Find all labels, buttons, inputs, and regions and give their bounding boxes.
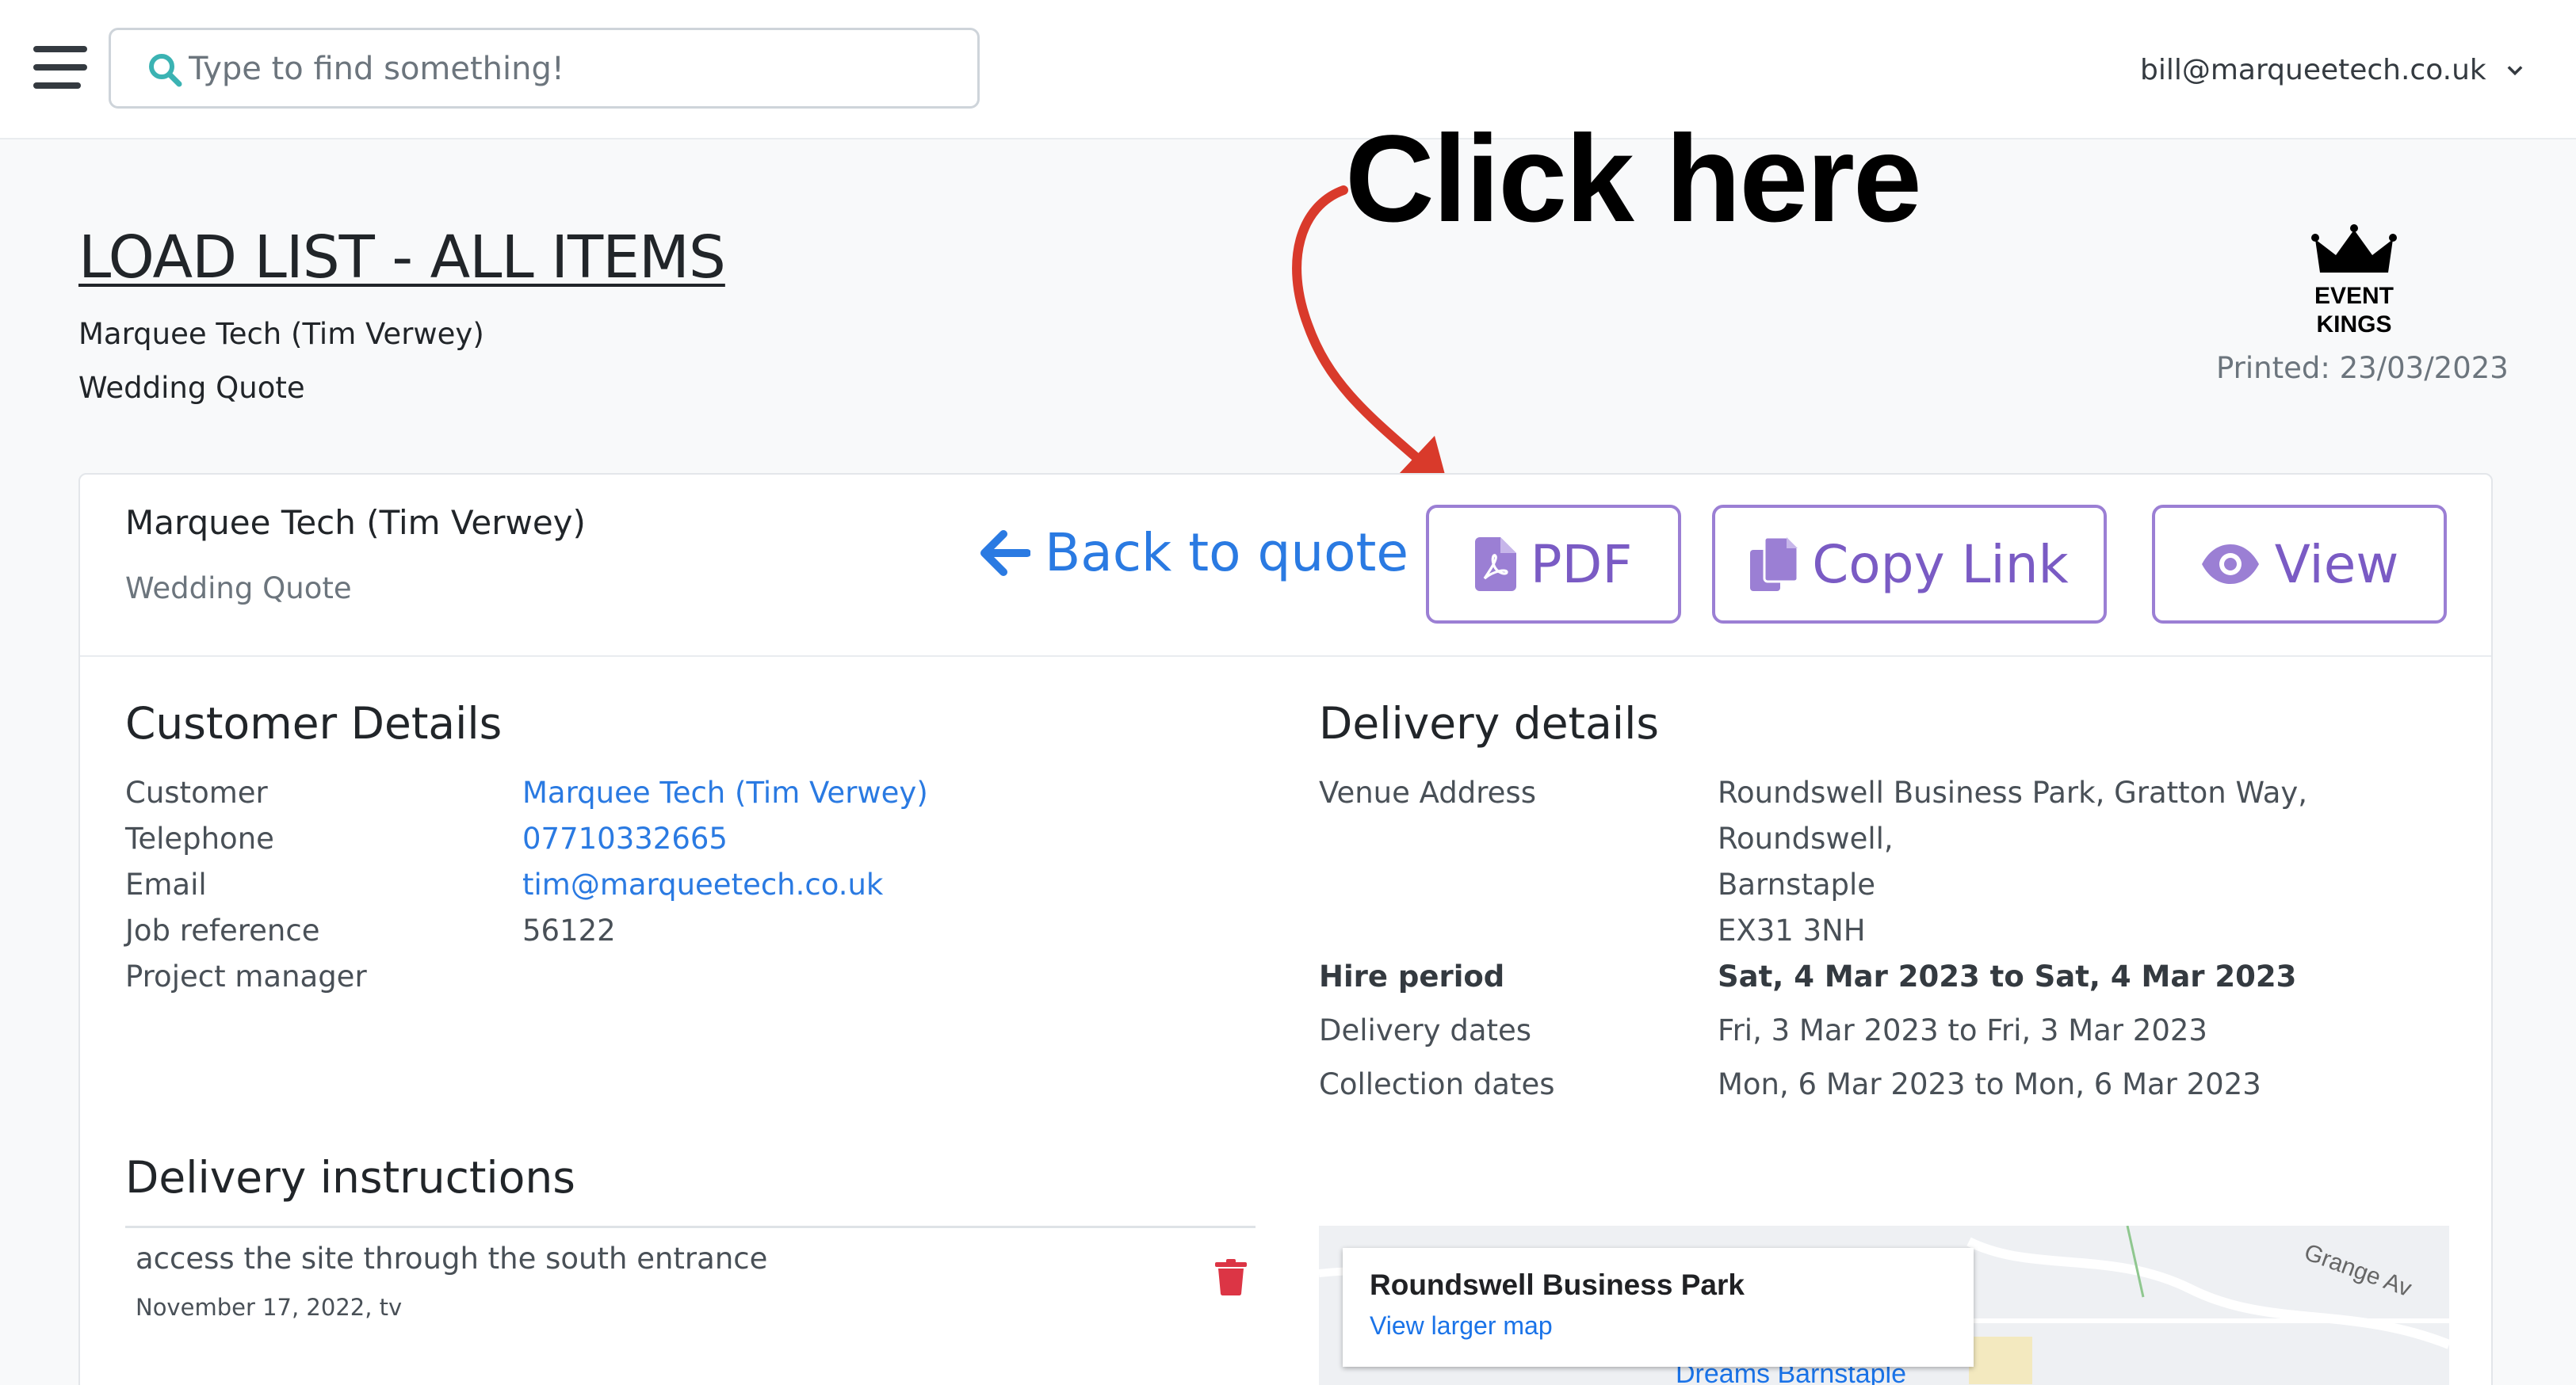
customer-link[interactable]: Marquee Tech (Tim Verwey) [522, 776, 928, 810]
logo-text-1: EVENT [2314, 283, 2394, 309]
copy-icon [1750, 537, 1798, 591]
pdf-label: PDF [1530, 533, 1633, 595]
card-subtitle: Wedding Quote [125, 571, 352, 605]
venue-line-2: Roundswell, [1718, 822, 1894, 856]
map-info-card: Roundswell Business Park View larger map [1343, 1248, 1974, 1367]
email-label: Email [125, 868, 207, 902]
delivery-instructions-heading: Delivery instructions [125, 1152, 575, 1203]
trash-icon[interactable] [1215, 1259, 1247, 1295]
venue-line-3: Barnstaple [1718, 868, 1876, 902]
card-title: Marquee Tech (Tim Verwey) [125, 503, 586, 542]
venue-line-4: EX31 3NH [1718, 914, 1866, 948]
venue-line-1: Roundswell Business Park, Gratton Way, [1718, 776, 2308, 810]
view-larger-map-link[interactable]: View larger map [1370, 1311, 1553, 1341]
top-bar: bill@marqueetech.co.uk [0, 0, 2576, 139]
instruction-note: access the site through the south entran… [136, 1242, 768, 1276]
card-header: Marquee Tech (Tim Verwey) Wedding Quote … [80, 475, 2491, 657]
chevron-down-icon [2507, 66, 2523, 76]
event-kings-logo: EVENT KINGS [2275, 223, 2433, 342]
eye-icon [2201, 544, 2259, 584]
delivery-dates-label: Delivery dates [1319, 1013, 1532, 1047]
map-title: Roundswell Business Park [1370, 1269, 1745, 1301]
header-customer: Marquee Tech (Tim Verwey) [78, 317, 484, 351]
copy-link-button[interactable]: Copy Link [1712, 505, 2107, 624]
customer-details-heading: Customer Details [125, 698, 503, 749]
hire-period-value: Sat, 4 Mar 2023 to Sat, 4 Mar 2023 [1718, 960, 2297, 994]
account-menu[interactable]: bill@marqueetech.co.uk [2140, 46, 2526, 93]
annotation-arrow-icon [1292, 185, 1450, 495]
view-label: View [2274, 533, 2399, 595]
copy-link-label: Copy Link [1812, 533, 2069, 595]
quote-card: Marquee Tech (Tim Verwey) Wedding Quote … [78, 473, 2493, 1385]
back-to-quote-link[interactable]: Back to quote [980, 522, 1408, 583]
view-button[interactable]: View [2152, 505, 2447, 624]
project-manager-label: Project manager [125, 960, 367, 994]
logo-text-2: KINGS [2316, 311, 2392, 338]
email-link[interactable]: tim@marqueetech.co.uk [522, 868, 883, 902]
telephone-label: Telephone [125, 822, 274, 856]
printed-date: Printed: 23/03/2023 [2216, 351, 2509, 385]
job-reference-value: 56122 [522, 914, 616, 948]
account-email: bill@marqueetech.co.uk [2140, 53, 2486, 86]
menu-icon[interactable] [33, 46, 87, 89]
job-reference-label: Job reference [125, 914, 320, 948]
hire-period-label: Hire period [1319, 960, 1505, 994]
header-quote: Wedding Quote [78, 371, 305, 405]
map-embed[interactable]: Grange Av Dreams Barnstaple Roundswell B… [1319, 1226, 2449, 1385]
venue-address-label: Venue Address [1319, 776, 1536, 810]
delivery-details-heading: Delivery details [1319, 698, 1660, 749]
telephone-link[interactable]: 07710332665 [522, 822, 728, 856]
page-title: LOAD LIST - ALL ITEMS [78, 223, 726, 292]
customer-label: Customer [125, 776, 268, 810]
collection-dates-value: Mon, 6 Mar 2023 to Mon, 6 Mar 2023 [1718, 1067, 2261, 1101]
divider [125, 1226, 1256, 1228]
file-pdf-icon [1474, 537, 1516, 591]
search-input[interactable] [189, 41, 965, 97]
arrow-left-icon [980, 529, 1030, 576]
instruction-meta: November 17, 2022, tv [136, 1294, 403, 1321]
back-to-quote-label: Back to quote [1045, 522, 1409, 583]
search-icon [149, 54, 182, 87]
search-box[interactable] [109, 28, 980, 109]
crown-icon [2311, 224, 2397, 273]
collection-dates-label: Collection dates [1319, 1067, 1555, 1101]
delivery-dates-value: Fri, 3 Mar 2023 to Fri, 3 Mar 2023 [1718, 1013, 2207, 1047]
pdf-button[interactable]: PDF [1426, 505, 1681, 624]
